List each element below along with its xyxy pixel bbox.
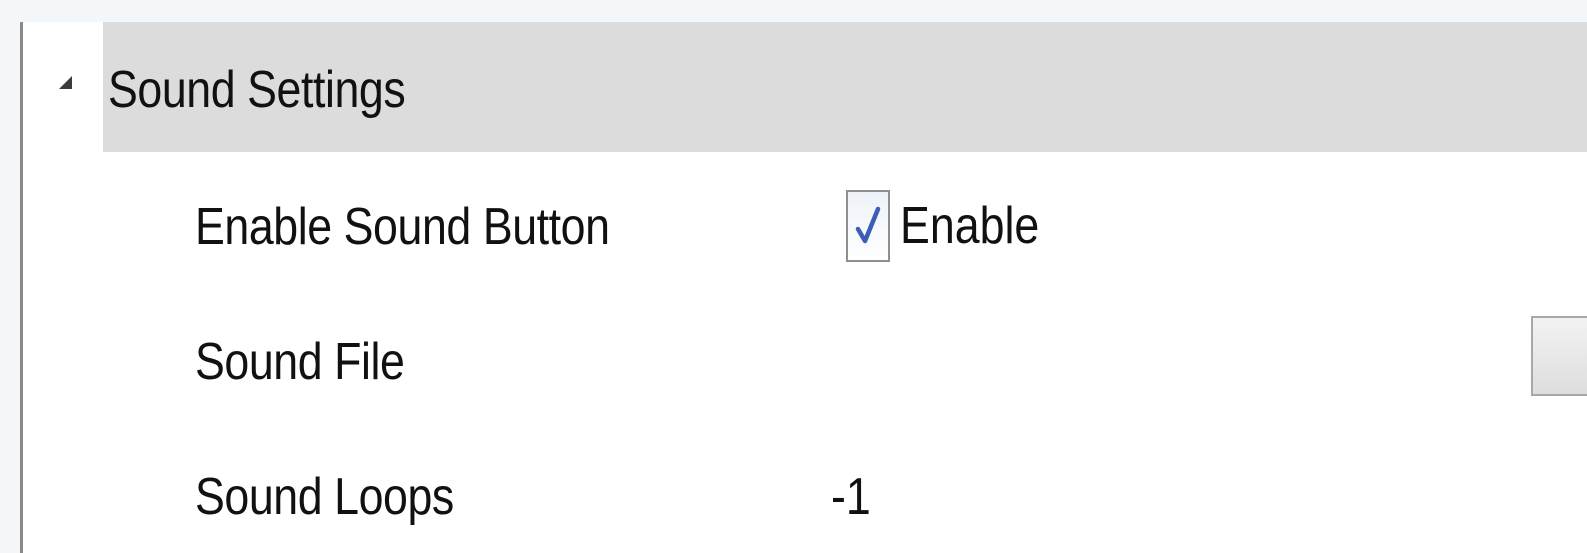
property-label-sound-file: Sound File bbox=[195, 333, 405, 391]
checkbox-label: Enable bbox=[900, 197, 1040, 255]
sound-loops-value[interactable]: -1 bbox=[831, 467, 871, 527]
collapse-triangle-icon[interactable] bbox=[59, 76, 72, 89]
property-label-sound-loops: Sound Loops bbox=[195, 468, 454, 526]
checkmark-icon bbox=[855, 206, 881, 244]
enable-sound-checkbox[interactable]: Enable bbox=[846, 190, 1062, 262]
browse-button[interactable] bbox=[1531, 316, 1587, 396]
checkbox-box[interactable] bbox=[846, 190, 890, 262]
property-grid: Sound Settings Enable Sound Button Enabl… bbox=[20, 22, 1587, 553]
property-label-enable-sound-button: Enable Sound Button bbox=[195, 198, 610, 256]
group-title: Sound Settings bbox=[108, 61, 406, 119]
